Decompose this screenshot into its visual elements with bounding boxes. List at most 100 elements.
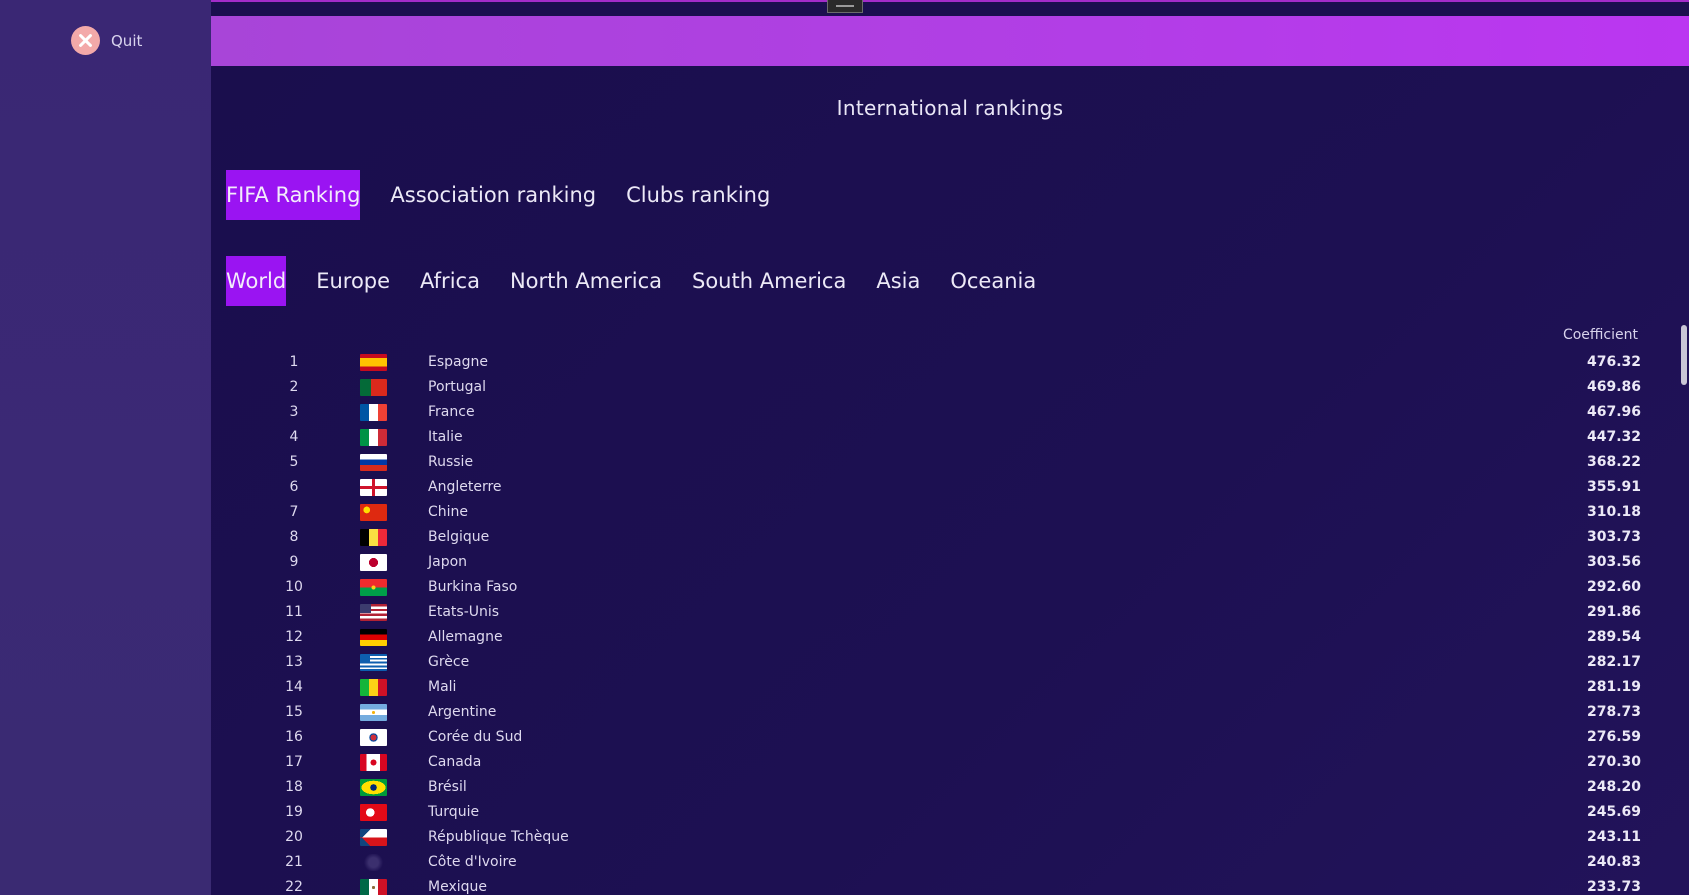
country-name: Brésil (428, 779, 467, 795)
country-name: Japon (428, 554, 468, 570)
table-row[interactable]: 11 Etats-Unis 291.86 (211, 600, 1641, 625)
close-icon[interactable] (71, 26, 100, 55)
country-name: Mali (428, 679, 457, 695)
country-name: Russie (428, 454, 474, 470)
rank-number: 15 (285, 704, 303, 720)
flag-portugal-icon (360, 379, 387, 396)
coefficient-value: 476.32 (1586, 354, 1641, 370)
table-row[interactable]: 5 Russie 368.22 (211, 450, 1641, 475)
tab-africa[interactable]: Africa (420, 256, 480, 306)
rank-number: 22 (285, 879, 303, 895)
table-row[interactable]: 9 Japon 303.56 (211, 550, 1641, 575)
rank-number: 12 (285, 629, 303, 645)
tab-europe[interactable]: Europe (316, 256, 390, 306)
header-banner (211, 16, 1689, 66)
sidebar: Quit (0, 0, 211, 895)
tab-association-ranking[interactable]: Association ranking (390, 170, 596, 220)
country-name: Argentine (428, 704, 497, 720)
table-row[interactable]: 14 Mali 281.19 (211, 675, 1641, 700)
rank-number: 1 (289, 354, 299, 370)
coefficient-value: 278.73 (1586, 704, 1641, 720)
table-row[interactable]: 8 Belgique 303.73 (211, 525, 1641, 550)
table-row[interactable]: 12 Allemagne 289.54 (211, 625, 1641, 650)
flag-france-icon (360, 404, 387, 421)
ranking-tabs: FIFA Ranking Association ranking Clubs r… (226, 170, 800, 220)
country-name: Burkina Faso (428, 579, 518, 595)
country-name: Corée du Sud (428, 729, 523, 745)
coefficient-value: 291.86 (1586, 604, 1641, 620)
rank-number: 14 (285, 679, 303, 695)
country-name: Chine (428, 504, 469, 520)
ranking-table: 1 Espagne 476.32 2 Portugal 469.86 3 France 467.… (211, 350, 1641, 895)
flag-italy-icon (360, 429, 387, 446)
top-accent-line (211, 0, 1689, 2)
country-name: Allemagne (428, 629, 503, 645)
flag-burkina-faso-icon (360, 579, 387, 596)
flag-mali-icon (360, 679, 387, 696)
coefficient-value: 469.86 (1586, 379, 1641, 395)
rank-number: 17 (285, 754, 303, 770)
coefficient-value: 276.59 (1586, 729, 1641, 745)
rank-number: 10 (285, 579, 303, 595)
quit-button[interactable]: Quit (71, 26, 142, 55)
rank-number: 7 (289, 504, 299, 520)
table-row[interactable]: 6 Angleterre 355.91 (211, 475, 1641, 500)
window-drag-handle[interactable] (827, 0, 863, 13)
table-row[interactable]: 7 Chine 310.18 (211, 500, 1641, 525)
coefficient-value: 292.60 (1586, 579, 1641, 595)
rank-number: 18 (285, 779, 303, 795)
table-row[interactable]: 1 Espagne 476.32 (211, 350, 1641, 375)
rank-number: 20 (285, 829, 303, 845)
tab-world[interactable]: World (226, 256, 287, 306)
coefficient-value: 310.18 (1586, 504, 1641, 520)
table-row[interactable]: 16 Corée du Sud 276.59 (211, 725, 1641, 750)
flag-china-icon (360, 504, 387, 521)
tab-clubs-ranking[interactable]: Clubs ranking (626, 170, 770, 220)
rank-number: 8 (289, 529, 299, 545)
rank-number: 5 (289, 454, 299, 470)
flag-czech-republic-icon (360, 829, 387, 846)
tab-fifa-ranking[interactable]: FIFA Ranking (226, 170, 361, 220)
coefficient-value: 243.11 (1586, 829, 1641, 845)
table-row[interactable]: 18 Brésil 248.20 (211, 775, 1641, 800)
country-name: Italie (428, 429, 463, 445)
coefficient-column-header[interactable]: Coefficient (1520, 327, 1638, 343)
table-row[interactable]: 4 Italie 447.32 (211, 425, 1641, 450)
rank-number: 19 (285, 804, 303, 820)
coefficient-value: 281.19 (1586, 679, 1641, 695)
rank-number: 4 (289, 429, 299, 445)
table-row[interactable]: 2 Portugal 469.86 (211, 375, 1641, 400)
page-title: International rankings (836, 96, 1064, 120)
rank-number: 11 (285, 604, 303, 620)
table-row[interactable]: 3 France 467.96 (211, 400, 1641, 425)
tab-asia[interactable]: Asia (876, 256, 920, 306)
table-row[interactable]: 17 Canada 270.30 (211, 750, 1641, 775)
coefficient-value: 303.56 (1586, 554, 1641, 570)
tab-south-america[interactable]: South America (692, 256, 846, 306)
flag-brazil-icon (360, 779, 387, 796)
table-row[interactable]: 22 Mexique 233.73 (211, 875, 1641, 895)
table-row[interactable]: 19 Turquie 245.69 (211, 800, 1641, 825)
quit-label[interactable]: Quit (111, 32, 142, 50)
flag-turkey-icon (360, 804, 387, 821)
region-tabs: World Europe Africa North America South … (226, 256, 1066, 306)
table-row[interactable]: 13 Grèce 282.17 (211, 650, 1641, 675)
flag-germany-icon (360, 629, 387, 646)
coefficient-value: 355.91 (1586, 479, 1641, 495)
tab-north-america[interactable]: North America (510, 256, 662, 306)
flag-spain-icon (360, 354, 387, 371)
tab-oceania[interactable]: Oceania (950, 256, 1036, 306)
table-row[interactable]: 20 République Tchèque 243.11 (211, 825, 1641, 850)
table-row[interactable]: 21 Côte d'Ivoire 240.83 (211, 850, 1641, 875)
coefficient-value: 245.69 (1586, 804, 1641, 820)
country-name: France (428, 404, 475, 420)
coefficient-value: 233.73 (1586, 879, 1641, 895)
country-name: Espagne (428, 354, 488, 370)
flag-belgium-icon (360, 529, 387, 546)
table-row[interactable]: 15 Argentine 278.73 (211, 700, 1641, 725)
coefficient-value: 303.73 (1586, 529, 1641, 545)
flag-russia-icon (360, 454, 387, 471)
flag-south-korea-icon (360, 729, 387, 746)
scrollbar-thumb[interactable] (1681, 325, 1687, 385)
table-row[interactable]: 10 Burkina Faso 292.60 (211, 575, 1641, 600)
